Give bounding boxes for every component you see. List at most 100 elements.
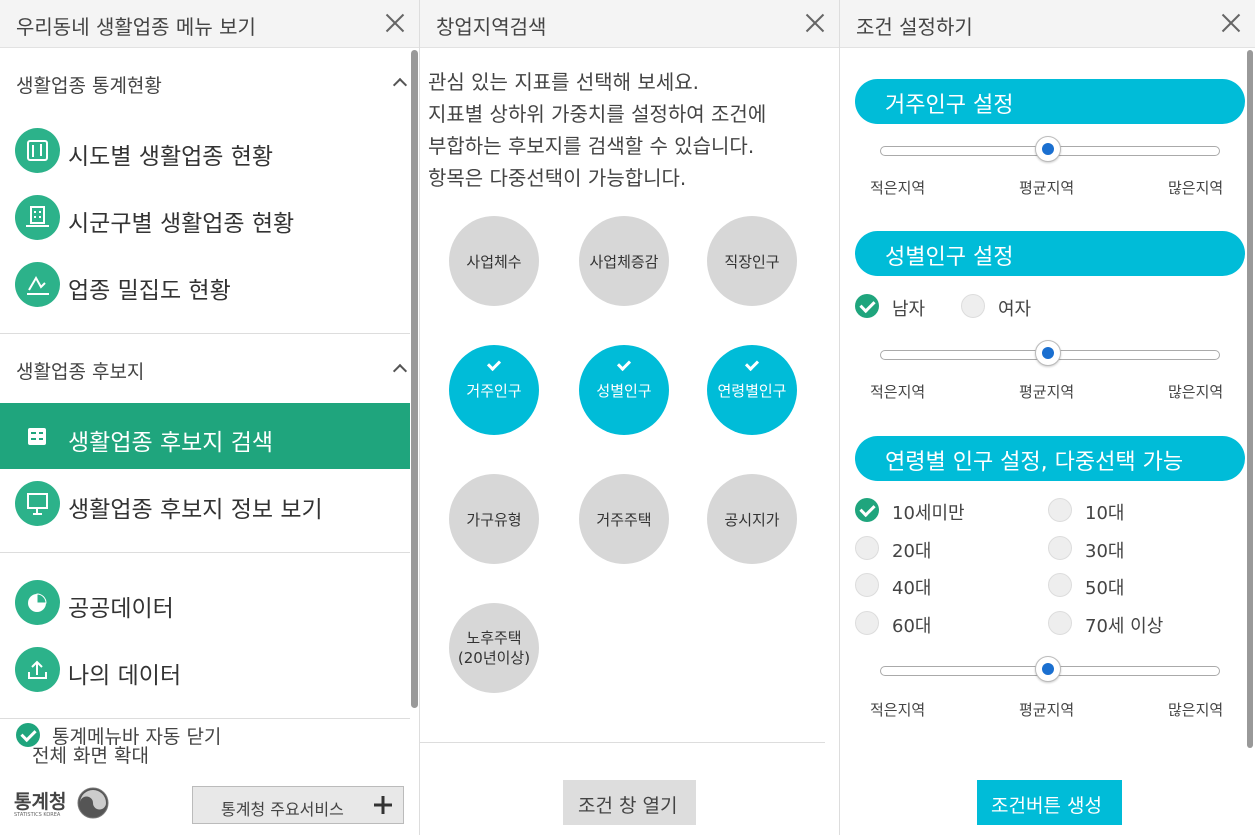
- intro-line: 부합하는 후보지를 검색할 수 있습니다.: [428, 134, 755, 158]
- indicator-age-population[interactable]: 연령별인구: [707, 345, 797, 435]
- slider-tick-low: 적은지역: [870, 383, 926, 401]
- divider: [420, 742, 825, 743]
- menu-panel-header: 우리동네 생활업종 메뉴 보기: [0, 0, 419, 48]
- gender-population-bar: 성별인구 설정: [855, 231, 1245, 276]
- indicator-resident-population[interactable]: 거주인구: [449, 345, 539, 435]
- male-radio[interactable]: [855, 294, 879, 318]
- open-conditions-button[interactable]: 조건 창 열기: [563, 780, 696, 825]
- indicator-gender-population[interactable]: 성별인구: [579, 345, 669, 435]
- indicator-label: 직장인구: [724, 253, 780, 271]
- slider-tick-mid: 평균지역: [1019, 701, 1075, 719]
- menu-item-candidate-info[interactable]: 생활업종 후보지 정보 보기: [0, 470, 410, 536]
- age-slider-handle[interactable]: [1035, 656, 1061, 682]
- age-label: 40대: [892, 578, 932, 599]
- slider-tick-low: 적은지역: [870, 179, 926, 197]
- plus-icon: [374, 796, 392, 814]
- indicator-land-price[interactable]: 공시지가: [707, 474, 797, 564]
- menu-item-label: 업종 밀집도 현황: [68, 278, 231, 304]
- divider: [0, 718, 410, 719]
- age-checkbox-20s[interactable]: [855, 536, 879, 560]
- conditions-panel: 조건 설정하기 거주인구 설정 적은지역 평균지역 많은지역 성별인구 설정 남…: [840, 0, 1255, 835]
- age-checkbox-70plus[interactable]: [1048, 611, 1072, 635]
- menu-item-public-data[interactable]: 공공데이터: [0, 569, 410, 635]
- create-condition-label: 조건버튼 생성: [991, 795, 1102, 817]
- open-conditions-label: 조건 창 열기: [578, 795, 678, 817]
- create-condition-button[interactable]: 조건버튼 생성: [977, 780, 1122, 825]
- section-header-candidates[interactable]: 생활업종 후보지: [16, 357, 144, 384]
- age-checkbox-40s[interactable]: [855, 573, 879, 597]
- menu-item-candidate-search[interactable]: 생활업종 후보지 검색: [0, 403, 410, 469]
- check-icon: [486, 356, 502, 372]
- section-title: 거주인구 설정: [885, 93, 1014, 118]
- intro-line: 항목은 다중선택이 가능합니다.: [428, 166, 687, 190]
- indicator-household-type[interactable]: 가구유형: [449, 474, 539, 564]
- pie-chart-icon: [15, 580, 60, 625]
- close-icon[interactable]: [381, 9, 409, 37]
- main-services-button[interactable]: 통계청 주요서비스: [192, 786, 404, 824]
- scrollbar[interactable]: [411, 50, 418, 708]
- menu-item-density[interactable]: 업종 밀집도 현황: [0, 251, 410, 317]
- age-checkbox-under10[interactable]: [855, 498, 879, 522]
- statistics-korea-logo: 통계청 STATISTICS KOREA: [14, 784, 114, 824]
- upload-icon: [15, 647, 60, 692]
- close-icon[interactable]: [1217, 9, 1245, 37]
- indicator-business-change[interactable]: 사업체증감: [579, 216, 669, 306]
- menu-item-label: 나의 데이터: [68, 663, 182, 689]
- age-label: 50대: [1085, 578, 1125, 599]
- resident-population-bar: 거주인구 설정: [855, 79, 1245, 124]
- menu-item-label: 생활업종 후보지 검색: [68, 430, 274, 456]
- indicator-worker-population[interactable]: 직장인구: [707, 216, 797, 306]
- indicator-label: 성별인구: [596, 382, 652, 400]
- section-title: 연령별 인구 설정, 다중선택 가능: [885, 450, 1184, 475]
- government-emblem-icon: [77, 787, 109, 819]
- conditions-header: 조건 설정하기: [840, 0, 1255, 48]
- age-checkbox-50s[interactable]: [1048, 573, 1072, 597]
- indicator-label: 사업체수: [466, 253, 522, 271]
- slider-tick-high: 많은지역: [1168, 179, 1224, 197]
- slider-tick-mid: 평균지역: [1019, 179, 1075, 197]
- female-label: 여자: [998, 299, 1032, 320]
- map-icon: [15, 128, 60, 173]
- scrollbar[interactable]: [1247, 50, 1253, 748]
- indicator-label: 노후주택 (20년이상): [449, 628, 539, 668]
- close-icon[interactable]: [801, 9, 829, 37]
- conditions-title: 조건 설정하기: [856, 15, 973, 39]
- slider-tick-high: 많은지역: [1168, 383, 1224, 401]
- search-form-icon: [15, 414, 60, 459]
- section-header-stats[interactable]: 생활업종 통계현황: [16, 71, 162, 98]
- indicator-residential-housing[interactable]: 거주주택: [579, 474, 669, 564]
- female-radio[interactable]: [961, 294, 985, 318]
- indicator-label: 거주인구: [466, 382, 522, 400]
- logo-text: 통계청: [14, 791, 67, 813]
- indicator-business-count[interactable]: 사업체수: [449, 216, 539, 306]
- divider: [0, 333, 410, 334]
- region-search-header: 창업지역검색: [420, 0, 839, 48]
- indicator-label: 연령별인구: [717, 382, 787, 400]
- slider-tick-high: 많은지역: [1168, 701, 1224, 719]
- menu-item-sido[interactable]: 시도별 생활업종 현황: [0, 117, 410, 183]
- indicator-label: 가구유형: [466, 511, 522, 529]
- indicator-old-housing[interactable]: 노후주택 (20년이상): [449, 603, 539, 693]
- fullscreen-link[interactable]: 전체 화면 확대: [32, 741, 149, 768]
- age-label: 30대: [1085, 541, 1125, 562]
- gender-slider-handle[interactable]: [1035, 340, 1061, 366]
- indicator-label: 사업체증감: [589, 253, 659, 271]
- age-population-bar: 연령별 인구 설정, 다중선택 가능: [855, 436, 1245, 481]
- age-checkbox-30s[interactable]: [1048, 536, 1072, 560]
- age-label: 10세미만: [892, 503, 965, 524]
- menu-item-sigungu[interactable]: 시군구별 생활업종 현황: [0, 184, 410, 250]
- building-icon: [15, 195, 60, 240]
- intro-line: 관심 있는 지표를 선택해 보세요.: [428, 70, 699, 94]
- age-checkbox-60s[interactable]: [855, 611, 879, 635]
- menu-item-label: 생활업종 후보지 정보 보기: [68, 497, 323, 523]
- main-services-label: 통계청 주요서비스: [221, 800, 344, 819]
- male-label: 남자: [892, 299, 926, 320]
- resident-slider-handle[interactable]: [1035, 136, 1061, 162]
- intro-line: 지표별 상하위 가중치를 설정하여 조건에: [428, 102, 767, 126]
- menu-item-my-data[interactable]: 나의 데이터: [0, 636, 410, 702]
- chevron-up-icon[interactable]: [393, 76, 405, 88]
- chevron-up-icon[interactable]: [393, 362, 405, 374]
- age-checkbox-10s[interactable]: [1048, 498, 1072, 522]
- check-icon: [616, 356, 632, 372]
- logo-subtext: STATISTICS KOREA: [14, 812, 61, 818]
